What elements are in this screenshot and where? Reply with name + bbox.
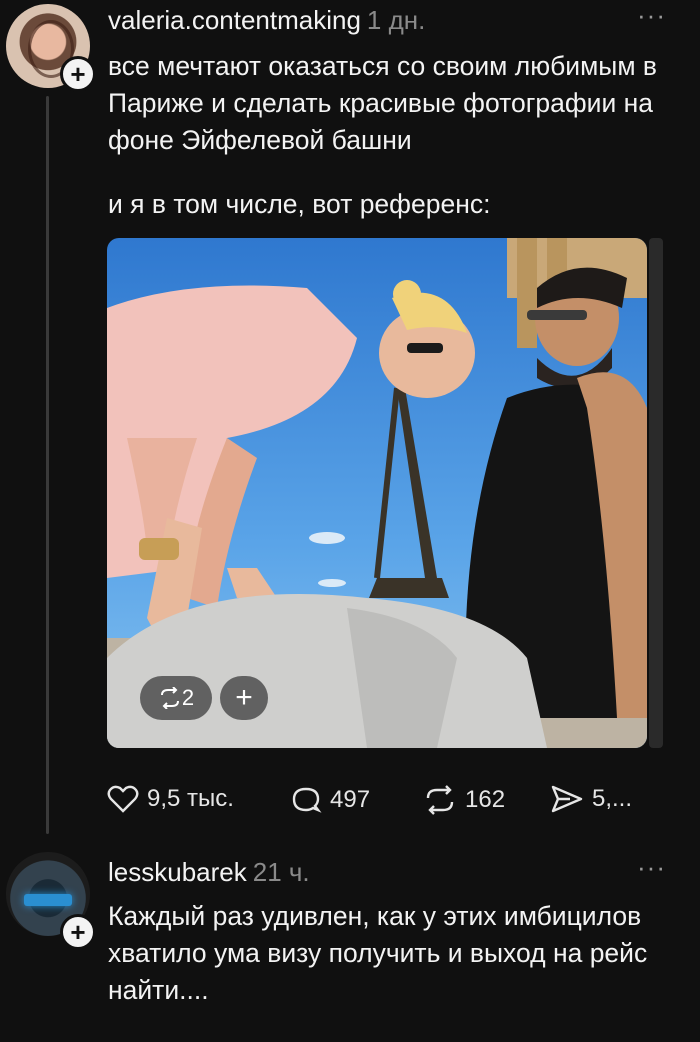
post-username[interactable]: valeria.contentmaking — [108, 5, 361, 35]
plus-icon: + — [235, 681, 253, 714]
reply-text: Каждый раз удивлен, как у этих имбицилов… — [108, 901, 648, 1005]
follow-plus-icon[interactable]: + — [60, 56, 96, 92]
post-actions: 9,5 тыс. 497 162 5,... — [107, 784, 660, 824]
more-icon[interactable]: ··· — [637, 0, 666, 31]
add-button[interactable]: + — [220, 676, 268, 720]
heart-icon — [107, 785, 139, 813]
reply-follow-plus-icon[interactable]: + — [60, 914, 96, 950]
thread-line — [46, 96, 49, 834]
post-text: все мечтают оказаться со своим любимым в… — [108, 51, 657, 155]
comment-button[interactable]: 497 — [290, 784, 370, 816]
reply-username[interactable]: lesskubarek — [108, 857, 247, 887]
avatar-screen — [24, 894, 72, 906]
share-count: 5,... — [592, 785, 633, 812]
share-button[interactable]: 5,... — [550, 784, 632, 814]
like-button[interactable]: 9,5 тыс. — [107, 784, 234, 814]
reply-author[interactable]: lesskubarek 21 ч. — [108, 857, 310, 888]
photo-illustration — [107, 238, 647, 748]
reply-time: 21 ч. — [252, 857, 310, 887]
reply-more-icon[interactable]: ··· — [637, 852, 666, 883]
repost-icon — [160, 687, 179, 709]
post-author[interactable]: valeria.contentmaking 1 дн. — [108, 5, 425, 36]
post-image[interactable] — [107, 238, 647, 748]
next-image-preview[interactable] — [649, 238, 663, 748]
share-icon — [551, 785, 583, 813]
like-count: 9,5 тыс. — [147, 785, 234, 812]
image-repost-count: 2 — [181, 685, 195, 710]
image-repost-button[interactable]: 2 — [140, 676, 212, 720]
post-time: 1 дн. — [366, 5, 426, 35]
comment-icon — [292, 787, 322, 813]
post-text-secondary: и я в том числе, вот референс: — [108, 189, 491, 219]
repost-count: 162 — [465, 786, 506, 813]
repost-button[interactable]: 162 — [423, 784, 505, 816]
comment-count: 497 — [330, 786, 371, 813]
repost-icon — [426, 785, 454, 815]
